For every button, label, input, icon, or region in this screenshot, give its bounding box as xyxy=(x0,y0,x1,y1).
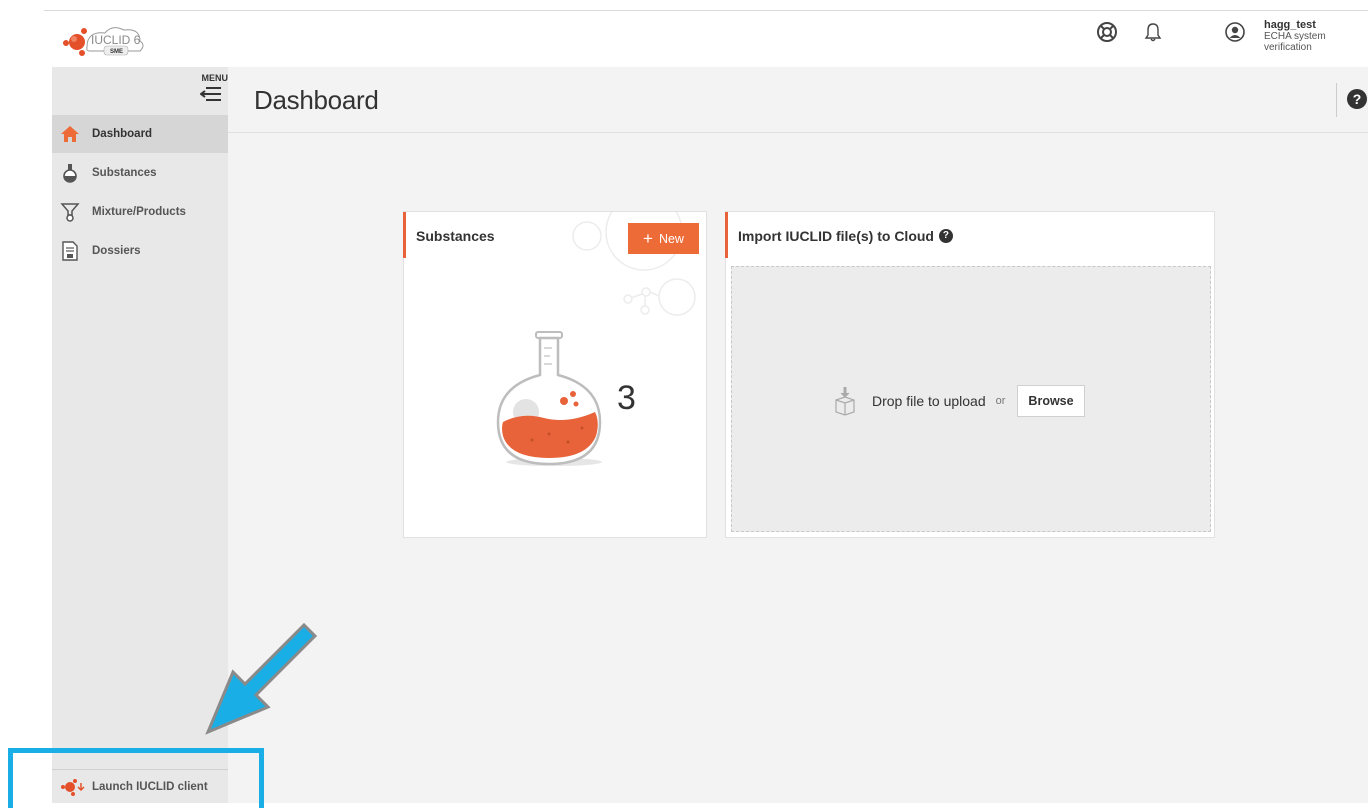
upload-box-icon xyxy=(835,387,855,416)
flask-icon xyxy=(60,163,80,183)
card-accent xyxy=(725,212,728,258)
user-name: hagg_test xyxy=(1264,19,1316,31)
sidebar-item-mixture-products[interactable]: Mixture/Products xyxy=(52,193,228,231)
user-org-line2: verification xyxy=(1264,42,1312,53)
import-card: Import IUCLID file(s) to Cloud ? Drop fi… xyxy=(725,211,1215,538)
app-header: IUCLID 6 SME hagg_test ECHA system verif… xyxy=(44,11,1368,67)
menu-collapse-icon xyxy=(200,87,221,101)
divider xyxy=(1336,83,1337,117)
launch-iuclid-client-button[interactable]: Launch IUCLID client xyxy=(52,769,228,803)
logo-text: IUCLID 6 xyxy=(91,33,141,47)
iuclid-logo[interactable]: IUCLID 6 SME xyxy=(60,21,160,61)
sidebar: MENU Dashboard Substances Mixture/Produc… xyxy=(52,67,228,803)
browse-button[interactable]: Browse xyxy=(1017,385,1085,417)
sidebar-item-substances[interactable]: Substances xyxy=(52,154,228,192)
launch-client-label: Launch IUCLID client xyxy=(92,780,208,793)
logo-sub: SME xyxy=(110,49,123,55)
support-icon[interactable] xyxy=(1096,21,1118,43)
sidebar-item-dashboard[interactable]: Dashboard xyxy=(52,115,228,153)
bell-icon[interactable] xyxy=(1142,21,1164,43)
main-content: Dashboard ? Substances + New 3 Import IU… xyxy=(228,67,1368,803)
new-button-label: New xyxy=(658,231,684,246)
user-icon[interactable] xyxy=(1224,21,1246,43)
drop-file-text: Drop file to upload xyxy=(872,393,986,409)
launch-client-icon xyxy=(61,778,85,796)
new-substance-button[interactable]: + New xyxy=(628,223,699,254)
sidebar-item-label: Dashboard xyxy=(92,128,153,140)
or-text: or xyxy=(995,395,1006,407)
home-icon xyxy=(60,124,80,144)
dossier-icon xyxy=(60,241,80,261)
sidebar-item-label: Substances xyxy=(92,167,157,179)
menu-toggle-button[interactable]: MENU xyxy=(52,67,228,111)
menu-label: MENU xyxy=(201,73,229,83)
page-header: Dashboard ? xyxy=(228,67,1368,133)
substances-card-title: Substances xyxy=(416,228,495,244)
file-dropzone[interactable]: Drop file to upload or Browse xyxy=(731,266,1211,532)
page-title: Dashboard xyxy=(254,85,379,115)
mixture-icon xyxy=(60,202,80,222)
user-info[interactable]: hagg_test ECHA system verification xyxy=(1264,19,1368,53)
help-icon[interactable]: ? xyxy=(1347,89,1367,109)
dropzone-content: Drop file to upload or Browse xyxy=(832,385,1085,417)
substances-card: Substances + New 3 xyxy=(403,211,707,538)
sidebar-item-label: Mixture/Products xyxy=(92,206,186,218)
card-accent xyxy=(403,212,406,258)
import-card-title: Import IUCLID file(s) to Cloud xyxy=(738,228,934,244)
substances-count: 3 xyxy=(617,379,636,417)
plus-icon: + xyxy=(643,228,653,248)
import-card-title-row: Import IUCLID file(s) to Cloud ? xyxy=(738,228,953,244)
iuclid-logo-icon: IUCLID 6 SME xyxy=(63,27,144,56)
import-help-icon[interactable]: ? xyxy=(938,229,953,243)
sidebar-item-label: Dossiers xyxy=(92,245,141,257)
sidebar-item-dossiers[interactable]: Dossiers xyxy=(52,232,228,270)
user-org-line1: ECHA system xyxy=(1264,31,1326,42)
flask-illustration-icon xyxy=(496,331,602,466)
